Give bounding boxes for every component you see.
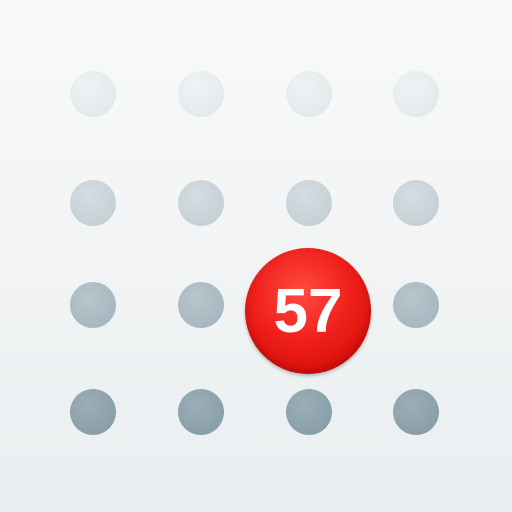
grid-dot xyxy=(286,71,332,117)
notification-badge: 57 xyxy=(245,248,371,374)
grid-dot xyxy=(393,71,439,117)
grid-dot xyxy=(178,389,224,435)
app-icon[interactable]: 57 xyxy=(0,0,512,512)
grid-dot xyxy=(286,389,332,435)
grid-dot xyxy=(393,180,439,226)
grid-dot xyxy=(178,180,224,226)
grid-dot xyxy=(70,389,116,435)
grid-dot xyxy=(70,282,116,328)
grid-dot xyxy=(178,282,224,328)
grid-dot xyxy=(286,180,332,226)
grid-dot xyxy=(393,389,439,435)
grid-dot xyxy=(70,71,116,117)
grid-dot xyxy=(178,71,224,117)
grid-dot xyxy=(393,282,439,328)
badge-count: 57 xyxy=(273,277,343,346)
grid-dot xyxy=(70,180,116,226)
